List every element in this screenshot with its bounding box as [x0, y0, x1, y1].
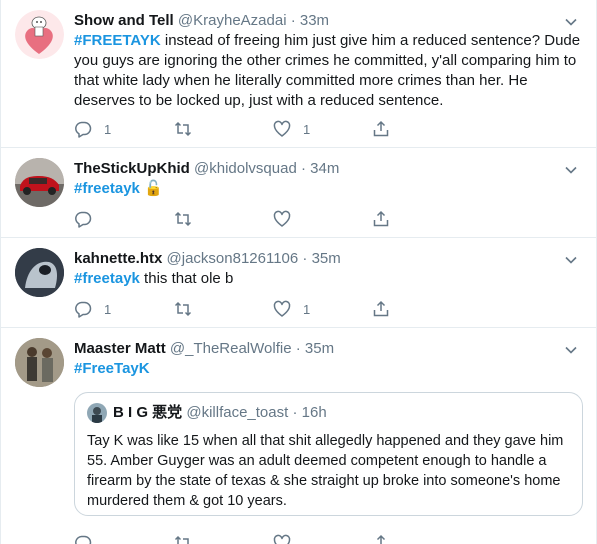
user-handle[interactable]: @_TheRealWolfie [170, 340, 292, 357]
avatar[interactable] [15, 10, 64, 59]
like-button[interactable] [273, 533, 291, 544]
like-count: 1 [303, 301, 311, 317]
tweet[interactable]: TheStickUpKhid @khidolvsquad · 34m #free… [1, 148, 596, 238]
chevron-down-icon[interactable] [564, 163, 578, 177]
tweet-header: Show and Tell @KrayheAzadai · 33m [74, 11, 329, 31]
retweet-button[interactable] [174, 119, 204, 139]
separator-dot: · [302, 250, 308, 267]
chevron-down-icon[interactable] [564, 343, 578, 357]
quoted-tweet-header: B I G 悪党 @killface_toast · 16h [87, 403, 327, 423]
hashtag-link[interactable]: #FreeTayK [74, 360, 150, 377]
share-icon [373, 120, 389, 137]
quoted-avatar-image [87, 403, 107, 423]
share-button[interactable] [372, 119, 390, 139]
timestamp[interactable]: 33m [300, 12, 329, 29]
retweet-icon [174, 301, 192, 317]
retweet-button[interactable] [174, 299, 192, 319]
timestamp[interactable]: 34m [310, 160, 339, 177]
reply-count: 1 [104, 121, 112, 137]
reply-icon [75, 211, 92, 228]
two-people-avatar-image [15, 338, 64, 387]
tweet-actions [74, 533, 404, 544]
avatar[interactable] [15, 338, 64, 387]
hashtag-link[interactable]: #FREETAYK [74, 32, 161, 49]
like-button[interactable]: 1 [273, 119, 310, 139]
chevron-down-icon[interactable] [564, 253, 578, 267]
tweet-header: Maaster Matt @_TheRealWolfie · 35m [74, 339, 334, 359]
reply-count: 1 [104, 301, 112, 317]
tweet-actions: 1 1 [74, 119, 404, 139]
share-icon [373, 534, 389, 544]
retweet-icon [174, 121, 192, 137]
separator-dot: · [300, 160, 306, 177]
tweet-text: #FreeTayK [74, 359, 582, 379]
tweet-text: #freetayk 🔓 [74, 179, 582, 199]
retweet-icon [174, 211, 192, 227]
avatar[interactable] [15, 158, 64, 207]
display-name[interactable]: kahnette.htx [74, 250, 162, 267]
user-handle[interactable]: @KrayheAzadai [178, 12, 287, 29]
like-button[interactable] [273, 209, 291, 229]
tweet-header: TheStickUpKhid @khidolvsquad · 34m [74, 159, 339, 179]
red-car-avatar-image [15, 158, 64, 207]
tweet-header: kahnette.htx @jackson81261106 · 35m [74, 249, 341, 269]
separator-dot: · [295, 340, 301, 357]
like-count: 1 [303, 121, 311, 137]
reply-button[interactable] [74, 533, 92, 544]
reply-icon [75, 301, 92, 318]
tweet-text-content: 🔓 [139, 180, 163, 197]
heart-icon [273, 120, 291, 137]
like-button[interactable]: 1 [273, 299, 310, 319]
tweet-text: #FREETAYK instead of freeing him just gi… [74, 31, 582, 111]
chevron-down-icon[interactable] [564, 15, 578, 29]
user-handle[interactable]: @khidolvsquad [194, 160, 297, 177]
display-name[interactable]: TheStickUpKhid [74, 160, 190, 177]
separator-dot: · [290, 12, 296, 29]
heart-moomin-avatar-image [15, 10, 64, 59]
user-handle[interactable]: @jackson81261106 [167, 250, 299, 267]
retweet-button[interactable] [174, 533, 192, 544]
dark-figure-avatar-image [15, 248, 64, 297]
quoted-avatar [87, 403, 107, 423]
heart-icon [273, 534, 291, 544]
share-button[interactable] [372, 533, 390, 544]
reply-button[interactable]: 1 [74, 299, 111, 319]
quoted-tweet-text: Tay K was like 15 when all that shit all… [87, 433, 564, 509]
retweet-icon [174, 535, 189, 544]
retweet-button[interactable] [174, 209, 192, 229]
reply-icon [75, 121, 92, 138]
share-icon [373, 210, 389, 227]
tweet-text: #freetayk this that ole b [74, 269, 582, 289]
avatar[interactable] [15, 248, 64, 297]
tweet-actions [74, 209, 404, 229]
share-icon [373, 300, 389, 317]
quoted-user-handle: @killface_toast [186, 404, 289, 421]
heart-icon [273, 300, 291, 317]
reply-button[interactable] [74, 209, 92, 229]
share-button[interactable] [372, 209, 390, 229]
display-name[interactable]: Maaster Matt [74, 340, 166, 357]
display-name[interactable]: Show and Tell [74, 12, 174, 29]
tweet[interactable]: Show and Tell @KrayheAzadai · 33m #FREET… [1, 0, 596, 148]
tweet-actions: 1 1 [74, 299, 404, 319]
separator-dot: · [292, 404, 298, 421]
tweet[interactable]: kahnette.htx @jackson81261106 · 35m #fre… [1, 238, 596, 328]
timestamp[interactable]: 35m [305, 340, 334, 357]
hashtag-link[interactable]: #freetayk [74, 270, 140, 287]
quoted-display-name: B I G 悪党 [113, 404, 183, 421]
hashtag-link[interactable]: #freetayk [74, 180, 140, 197]
quoted-tweet[interactable]: B I G 悪党 @killface_toast · 16h Tay K was… [74, 392, 583, 516]
reply-button[interactable]: 1 [74, 119, 111, 139]
share-button[interactable] [372, 299, 390, 319]
quoted-timestamp: 16h [301, 404, 327, 421]
tweet-text-content: this that ole b [139, 270, 234, 287]
tweet-feed: Show and Tell @KrayheAzadai · 33m #FREET… [0, 0, 597, 544]
reply-icon [75, 535, 92, 544]
heart-icon [273, 210, 291, 227]
timestamp[interactable]: 35m [312, 250, 341, 267]
